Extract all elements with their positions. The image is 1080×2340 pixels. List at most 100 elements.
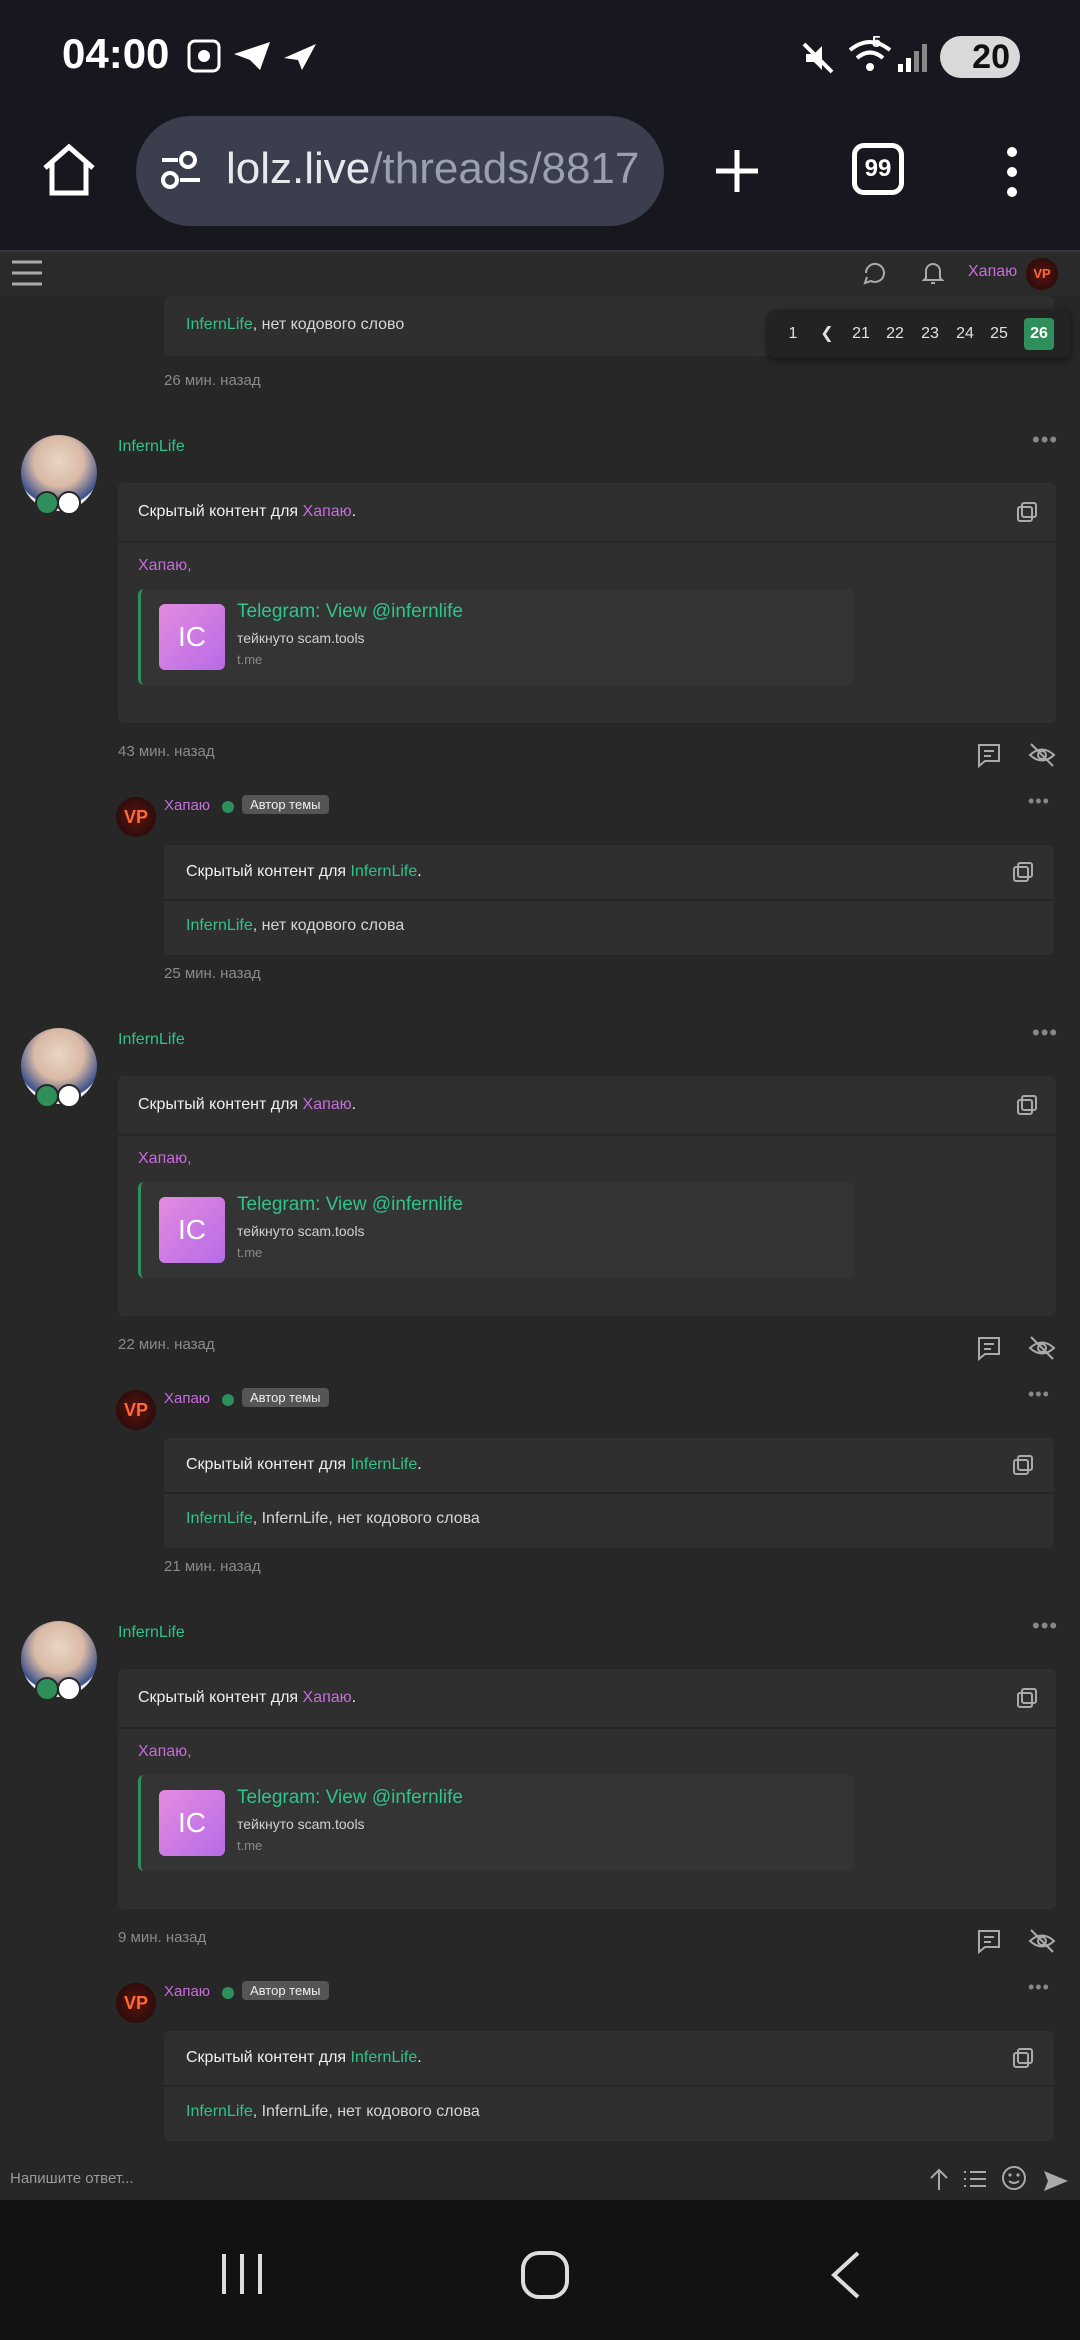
link-preview-card[interactable]: IC Telegram: View @infernlife тейкнуто s… — [138, 589, 854, 685]
reply-input[interactable]: Напишите ответ... — [10, 2170, 134, 2187]
mention[interactable]: Хапаю, — [138, 557, 192, 575]
send-icon[interactable] — [1042, 2168, 1070, 2194]
link-preview-icon: IC — [159, 1790, 225, 1856]
header-username[interactable]: Хапаю — [968, 263, 1017, 281]
link-preview-domain: t.me — [237, 1245, 263, 1260]
pagination: 1 ❮ 21 22 23 24 25 26 — [768, 310, 1070, 358]
page-prev[interactable]: ❮ — [812, 318, 842, 350]
link-preview-card[interactable]: IC Telegram: View @infernlife тейкнуто s… — [138, 1182, 854, 1278]
link-preview-description: тейкнуто scam.tools — [237, 1223, 365, 1239]
divider — [118, 541, 1056, 543]
reply-time: 26 мин. назад — [164, 372, 261, 389]
site-settings-icon[interactable] — [158, 150, 204, 192]
online-indicator — [222, 801, 234, 813]
link-preview-description: тейкнуто scam.tools — [237, 1816, 365, 1832]
status-bar: 04:00 5 20 — [0, 0, 1080, 118]
reply-author[interactable]: Хапаю — [164, 1390, 210, 1407]
copy-icon[interactable] — [1012, 2047, 1034, 2069]
mention[interactable]: Хапаю, — [138, 1150, 192, 1168]
hidden-content-header: Скрытый контент для Хапаю. — [138, 1689, 357, 1706]
post-time: 9 мин. назад — [118, 1929, 207, 1946]
page-22[interactable]: 22 — [880, 318, 910, 350]
hidden-content-box: Скрытый контент для Хапаю. Хапаю, IC Tel… — [118, 1669, 1056, 1909]
reply-author[interactable]: Хапаю — [164, 1983, 210, 2000]
reply-hidden-box: Скрытый контент для InfernLife. InfernLi… — [164, 1438, 1054, 1548]
post-options-icon[interactable]: ••• — [1032, 1613, 1058, 1639]
new-tab-icon[interactable] — [712, 146, 762, 196]
wifi-badge: 5 — [872, 34, 881, 51]
reply-author-avatar[interactable]: VP — [116, 797, 156, 837]
hidden-content-box: Скрытый контент для Хапаю. Хапаю, IC Tel… — [118, 1076, 1056, 1316]
emoji-icon[interactable] — [1000, 2164, 1028, 2192]
lightning-badge-icon — [35, 491, 59, 515]
screenshot-icon — [187, 39, 221, 73]
recent-apps-icon[interactable] — [218, 2252, 266, 2296]
link-preview-title[interactable]: Telegram: View @infernlife — [237, 601, 463, 623]
author-tag: Автор темы — [242, 1388, 329, 1407]
url-path: /threads/8817 — [370, 144, 640, 193]
hidden-content-box: Скрытый контент для Хапаю. Хапаю, IC Tel… — [118, 483, 1056, 723]
link-preview-title[interactable]: Telegram: View @infernlife — [237, 1787, 463, 1809]
link-preview-title[interactable]: Telegram: View @infernlife — [237, 1194, 463, 1216]
link-preview-domain: t.me — [237, 652, 263, 667]
page-26[interactable]: 26 — [1024, 318, 1054, 350]
reply-text: InfernLife, нет кодового слово — [186, 316, 405, 333]
reply-icon[interactable] — [976, 742, 1002, 768]
divider — [118, 1727, 1056, 1729]
link-preview-domain: t.me — [237, 1838, 263, 1853]
reply-text: InfernLife, InfernLife, нет кодового сло… — [186, 2103, 480, 2120]
list-icon[interactable] — [962, 2166, 988, 2192]
browser-menu-icon[interactable] — [1000, 144, 1024, 200]
hide-icon[interactable] — [1028, 1928, 1056, 1954]
reply-icon[interactable] — [976, 1335, 1002, 1361]
messages-icon[interactable] — [862, 260, 888, 286]
copy-icon[interactable] — [1016, 1094, 1038, 1116]
reply-icon[interactable] — [976, 1928, 1002, 1954]
author-tag: Автор темы — [242, 1981, 329, 2000]
reply-hidden-header: Скрытый контент для InfernLife. — [186, 863, 422, 880]
reply-author[interactable]: Хапаю — [164, 797, 210, 814]
reply-author-avatar[interactable]: VP — [116, 1390, 156, 1430]
copy-icon[interactable] — [1012, 1454, 1034, 1476]
copy-icon[interactable] — [1016, 501, 1038, 523]
tab-switcher-button[interactable]: 99 — [852, 143, 904, 195]
copy-icon[interactable] — [1012, 861, 1034, 883]
page-24[interactable]: 24 — [950, 318, 980, 350]
header-avatar[interactable]: VP — [1026, 258, 1058, 290]
hamburger-menu-icon[interactable] — [10, 258, 44, 288]
notifications-icon[interactable] — [920, 260, 946, 286]
link-preview-card[interactable]: IC Telegram: View @infernlife тейкнуто s… — [138, 1775, 854, 1871]
home-icon[interactable] — [40, 142, 98, 198]
reply-text: InfernLife, InfernLife, нет кодового сло… — [186, 1510, 480, 1527]
reply-options-icon[interactable]: ••• — [1028, 1384, 1050, 1405]
hide-icon[interactable] — [1028, 742, 1056, 768]
reply-time: 21 мин. назад — [164, 1558, 261, 1575]
hidden-content-header: Скрытый контент для Хапаю. — [138, 1096, 357, 1113]
post-author[interactable]: InfernLife — [118, 438, 185, 456]
page-23[interactable]: 23 — [915, 318, 945, 350]
divider — [164, 1492, 1054, 1494]
online-indicator — [222, 1987, 234, 1999]
page-1[interactable]: 1 — [778, 318, 808, 350]
signal-icon — [898, 44, 927, 72]
online-indicator — [222, 1394, 234, 1406]
back-icon[interactable] — [828, 2250, 862, 2300]
post-options-icon[interactable]: ••• — [1032, 427, 1058, 453]
home-button-icon[interactable] — [520, 2250, 570, 2300]
reply-options-icon[interactable]: ••• — [1028, 1977, 1050, 1998]
reply-author-avatar[interactable]: VP — [116, 1983, 156, 2023]
page-25[interactable]: 25 — [984, 318, 1014, 350]
upload-icon[interactable] — [928, 2166, 950, 2192]
link-preview-description: тейкнуто scam.tools — [237, 630, 365, 646]
copy-icon[interactable] — [1016, 1687, 1038, 1709]
post-author[interactable]: InfernLife — [118, 1031, 185, 1049]
reply-hidden-box: Скрытый контент для InfernLife. InfernLi… — [164, 2031, 1054, 2141]
post-author[interactable]: InfernLife — [118, 1624, 185, 1642]
reply-hidden-header: Скрытый контент для InfernLife. — [186, 1456, 422, 1473]
reply-options-icon[interactable]: ••• — [1028, 791, 1050, 812]
page-21[interactable]: 21 — [846, 318, 876, 350]
mention[interactable]: Хапаю, — [138, 1743, 192, 1761]
post-options-icon[interactable]: ••• — [1032, 1020, 1058, 1046]
address-bar[interactable]: lolz.live/threads/8817 — [136, 116, 664, 226]
hide-icon[interactable] — [1028, 1335, 1056, 1361]
